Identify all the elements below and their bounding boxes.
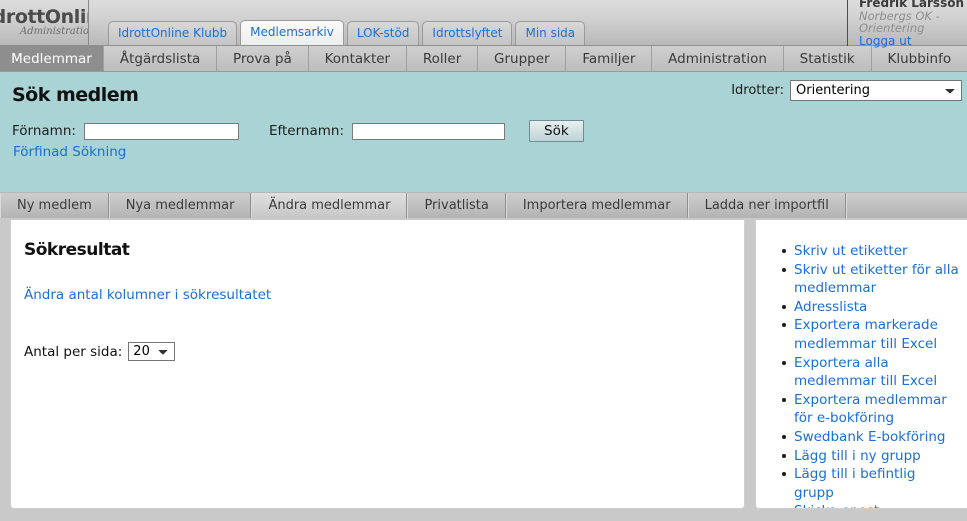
list-item[interactable]: Lägg till i ny grupp	[782, 447, 959, 466]
nav-item-label: Familjer	[582, 50, 636, 67]
nav-item-prova-pa[interactable]: Prova på	[217, 46, 309, 71]
subnav-item-privatlista[interactable]: Privatlista	[407, 193, 506, 218]
nav-item-grupper[interactable]: Grupper	[478, 46, 567, 71]
user-club-line-2: Orientering	[859, 21, 925, 35]
list-item[interactable]: Exportera alla medlemmar till Excel	[782, 354, 959, 391]
sport-filter-row: Idrotter: Orientering	[731, 80, 962, 101]
action-link-adresslista[interactable]: Adresslista	[794, 299, 867, 315]
firstname-input[interactable]	[83, 122, 239, 140]
results-heading: Sökresultat	[24, 240, 130, 260]
actions-panel: Skriv ut etiketter Skriv ut etiketter fö…	[755, 220, 967, 509]
action-link-swedbank-e-bokforing[interactable]: Swedbank E-bokföring	[794, 429, 945, 445]
search-fields-row: Förnamn: Efternamn: Sök	[12, 120, 584, 142]
refined-search-link[interactable]: Förfinad Sökning	[13, 144, 126, 160]
main-navigation: Medlemmar Åtgärdslista Prova på Kontakte…	[0, 46, 967, 72]
nav-item-label: Kontakter	[324, 50, 391, 67]
search-member-panel: Sök medlem Idrotter: Orientering Förnamn…	[0, 72, 967, 190]
per-page-row: Antal per sida: 20	[24, 342, 176, 361]
logo-wordmark: IdrottOnline®	[0, 6, 88, 28]
page-body: Sökresultat Ändra antal kolumner i sökre…	[0, 218, 967, 509]
list-item[interactable]: Swedbank E-bokföring	[782, 428, 959, 447]
nav-item-familjer[interactable]: Familjer	[566, 46, 653, 71]
app-tab-idrottslyftet[interactable]: Idrottslyftet	[422, 21, 513, 45]
nav-item-roller[interactable]: Roller	[406, 46, 479, 71]
lastname-input[interactable]	[352, 122, 505, 140]
brand-logo[interactable]: IdrottOnline® Administration	[0, 0, 89, 45]
subnav-item-label: Ladda ner importfil	[704, 198, 829, 213]
per-page-label: Antal per sida:	[24, 343, 123, 360]
nav-item-klubbinfo[interactable]: Klubbinfo	[871, 46, 967, 71]
per-page-select[interactable]: 20	[128, 342, 176, 361]
list-item[interactable]: Exportera markerade medlemmar till Excel	[782, 316, 959, 353]
top-header-bar: IdrottOnline® Administration IdrottOnlin…	[0, 0, 967, 48]
nav-item-label: Administration	[668, 50, 767, 67]
list-item[interactable]: Adresslista	[782, 298, 959, 317]
subnav-item-ny-medlem[interactable]: Ny medlem	[0, 193, 109, 218]
app-tab-label: IdrottOnline Klubb	[118, 26, 228, 40]
firstname-label: Förnamn:	[12, 123, 76, 139]
nav-item-label: Prova på	[233, 50, 292, 67]
logo-text: IdrottOnline	[0, 6, 88, 28]
logo-subtitle: Administration	[20, 26, 89, 37]
action-link-exportera-markerade-excel[interactable]: Exportera markerade medlemmar till Excel	[794, 317, 938, 352]
nav-item-administration[interactable]: Administration	[652, 46, 784, 71]
logout-link[interactable]: Logga ut	[859, 34, 967, 48]
action-link-lagg-till-befintlig-grupp[interactable]: Lägg till i befintlig grupp	[794, 466, 915, 501]
list-item[interactable]: Skriv ut etiketter	[782, 242, 959, 261]
subnav-item-label: Privatlista	[424, 198, 489, 213]
app-tab-label: LOK-stöd	[356, 26, 410, 40]
subnav-item-nya-medlemmar[interactable]: Nya medlemmar	[108, 193, 252, 218]
app-tab-label: Min sida	[525, 26, 576, 40]
nav-item-medlemmar[interactable]: Medlemmar	[0, 46, 104, 71]
list-item[interactable]: Skriv ut etiketter för alla medlemmar	[782, 261, 959, 298]
nav-item-label: Klubbinfo	[887, 50, 952, 67]
sport-filter-select[interactable]: Orientering	[790, 80, 962, 101]
app-tab-min-sida[interactable]: Min sida	[515, 21, 586, 45]
app-tab-medlemsarkiv[interactable]: Medlemsarkiv	[240, 20, 344, 45]
change-columns-link[interactable]: Ändra antal kolumner i sökresultatet	[24, 287, 271, 303]
application-tabs: IdrottOnline Klubb Medlemsarkiv LOK-stöd…	[108, 20, 586, 45]
action-link-exportera-e-bokforing[interactable]: Exportera medlemmar för e-bokföring	[794, 392, 947, 427]
lastname-label: Efternamn:	[268, 123, 344, 139]
nav-item-statistik[interactable]: Statistik	[783, 46, 872, 71]
list-item[interactable]: Exportera medlemmar för e-bokföring	[782, 391, 959, 428]
action-link-lagg-till-ny-grupp[interactable]: Lägg till i ny grupp	[794, 448, 921, 464]
page-title: Sök medlem	[12, 84, 139, 106]
action-link-skriv-ut-etiketter[interactable]: Skriv ut etiketter	[794, 243, 908, 259]
sub-navigation-wrapper: Ny medlem Nya medlemmar Ändra medlemmar …	[0, 190, 967, 218]
subnav-filler	[845, 193, 967, 218]
search-button[interactable]: Sök	[529, 120, 584, 142]
subnav-item-andra-medlemmar[interactable]: Ändra medlemmar	[251, 193, 408, 218]
action-link-exportera-alla-excel[interactable]: Exportera alla medlemmar till Excel	[794, 355, 937, 390]
action-link-skriv-ut-etiketter-alla[interactable]: Skriv ut etiketter för alla medlemmar	[794, 262, 959, 297]
nav-item-kontakter[interactable]: Kontakter	[308, 46, 407, 71]
action-link-skicka-epost[interactable]: Skicka epost	[794, 503, 879, 508]
subnav-item-label: Ny medlem	[17, 198, 92, 213]
nav-item-label: Åtgärdslista	[119, 50, 201, 67]
nav-item-label: Grupper	[494, 50, 550, 67]
sub-navigation: Ny medlem Nya medlemmar Ändra medlemmar …	[0, 192, 967, 218]
subnav-item-ladda-ner-importfil[interactable]: Ladda ner importfil	[687, 193, 846, 218]
app-tab-lok-stod[interactable]: LOK-stöd	[346, 21, 420, 45]
list-item[interactable]: Skicka epost	[782, 502, 959, 508]
subnav-item-label: Ändra medlemmar	[268, 198, 391, 213]
nav-item-label: Medlemmar	[11, 50, 92, 67]
search-results-panel: Sökresultat Ändra antal kolumner i sökre…	[10, 220, 745, 509]
nav-item-atgardslista[interactable]: Åtgärdslista	[104, 46, 218, 71]
nav-item-label: Roller	[422, 50, 462, 67]
list-item[interactable]: Lägg till i befintlig grupp	[782, 465, 959, 502]
app-tab-idrottonline-klubb[interactable]: IdrottOnline Klubb	[108, 21, 238, 45]
app-tab-label: Idrottslyftet	[432, 26, 503, 40]
sport-filter-label: Idrotter:	[731, 83, 784, 98]
app-tab-label: Medlemsarkiv	[250, 25, 334, 39]
subnav-item-label: Nya medlemmar	[125, 198, 235, 213]
actions-list: Skriv ut etiketter Skriv ut etiketter fö…	[756, 220, 967, 508]
nav-item-label: Statistik	[799, 50, 855, 67]
subnav-item-label: Importera medlemmar	[522, 198, 671, 213]
subnav-item-importera-medlemmar[interactable]: Importera medlemmar	[505, 193, 688, 218]
user-info-box: Fredrik Larsson Norbergs OK - Orienterin…	[847, 0, 967, 48]
